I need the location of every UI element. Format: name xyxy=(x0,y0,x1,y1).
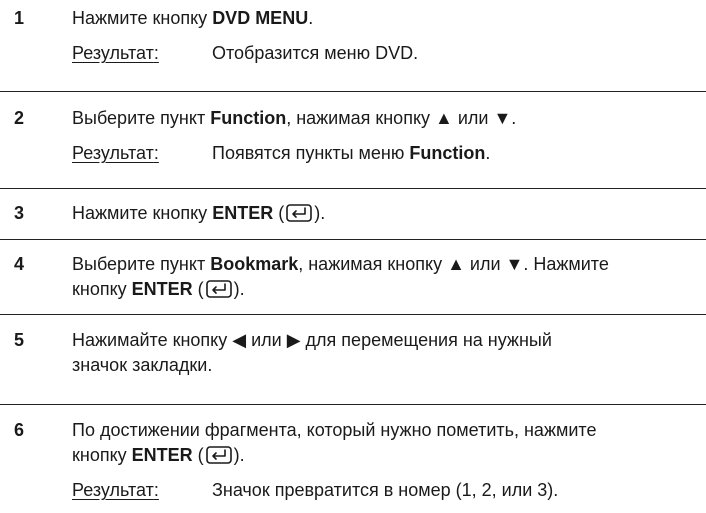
bold-term: ENTER xyxy=(212,203,274,223)
step-body: Нажмите кнопку ENTER (). xyxy=(72,201,692,226)
text-run: ). xyxy=(233,445,245,465)
text-run: Значок превратится в номер (1, 2, или 3)… xyxy=(212,480,559,500)
text-run: . xyxy=(485,143,491,163)
instruction-line: Нажимайте кнопку ◀ или ▶ для перемещения… xyxy=(72,328,692,353)
step-body: Нажимайте кнопку ◀ или ▶ для перемещения… xyxy=(72,328,692,378)
text-run: ). xyxy=(233,279,245,299)
divider xyxy=(0,314,706,315)
instruction-line: Выберите пункт Function, нажимая кнопку … xyxy=(72,106,692,131)
bold-term: ENTER xyxy=(131,445,193,465)
text-run: Появятся пункты меню xyxy=(212,143,410,163)
divider xyxy=(0,188,706,189)
text-run: , нажимая кнопку ▲ или ▼. xyxy=(286,108,517,128)
text-run: кнопку xyxy=(72,445,132,465)
step-number: 6 xyxy=(14,420,25,440)
step-number: 4 xyxy=(14,254,25,274)
instruction-line: Нажмите кнопку DVD MENU. xyxy=(72,6,692,31)
instruction-line: кнопку ENTER (). xyxy=(72,443,692,468)
instruction-line: Нажмите кнопку ENTER (). xyxy=(72,201,692,226)
text-run: Выберите пункт xyxy=(72,108,211,128)
text-run: ( xyxy=(273,203,285,223)
step-body: Выберите пункт Function, нажимая кнопку … xyxy=(72,106,692,166)
result-label: Результат: xyxy=(72,480,159,500)
result-label: Результат: xyxy=(72,43,159,63)
text-run: По достижении фрагмента, который нужно п… xyxy=(72,420,597,440)
bold-term: Function xyxy=(210,108,287,128)
instruction-page: 1 Нажмите кнопку DVD MENU. Результат: Отоб… xyxy=(0,0,706,513)
bold-term: Function xyxy=(409,143,486,163)
result-line: Результат: Появятся пункты меню Function. xyxy=(72,141,692,166)
text-run: значок закладки. xyxy=(72,355,213,375)
text-run: Нажмите кнопку xyxy=(72,8,213,28)
divider xyxy=(0,404,706,405)
enter-key-icon xyxy=(205,446,232,464)
step-body: По достижении фрагмента, который нужно п… xyxy=(72,418,692,503)
bold-term: Bookmark xyxy=(210,254,299,274)
divider xyxy=(0,91,706,92)
enter-key-icon xyxy=(205,280,232,298)
instruction-line: Выберите пункт Bookmark, нажимая кнопку … xyxy=(72,252,692,277)
instruction-line: значок закладки. xyxy=(72,353,692,378)
text-run: кнопку xyxy=(72,279,132,299)
text-run: Нажимайте кнопку ◀ или ▶ для перемещения… xyxy=(72,330,552,350)
divider xyxy=(0,239,706,240)
step-number: 1 xyxy=(14,8,25,28)
text-run: ). xyxy=(314,203,326,223)
step-body: Выберите пункт Bookmark, нажимая кнопку … xyxy=(72,252,692,302)
text-run: ( xyxy=(192,445,204,465)
step-number: 2 xyxy=(14,108,25,128)
text-run: , нажимая кнопку ▲ или ▼. Нажмите xyxy=(298,254,609,274)
bold-term: ENTER xyxy=(131,279,193,299)
text-run: Выберите пункт xyxy=(72,254,211,274)
step-body: Нажмите кнопку DVD MENU. Результат: Отобра… xyxy=(72,6,692,66)
text-run: Нажмите кнопку xyxy=(72,203,213,223)
step-number: 5 xyxy=(14,330,25,350)
result-label: Результат: xyxy=(72,143,159,163)
instruction-line: По достижении фрагмента, который нужно п… xyxy=(72,418,692,443)
result-separator: : xyxy=(153,43,159,63)
text-run: ( xyxy=(192,279,204,299)
bold-term: DVD MENU xyxy=(212,8,309,28)
instruction-line: кнопку ENTER (). xyxy=(72,277,692,302)
step-number: 3 xyxy=(14,203,25,223)
result-separator: : xyxy=(153,143,159,163)
result-separator: : xyxy=(153,480,159,500)
result-line: Результат: Значок превратится в номер (1,… xyxy=(72,478,692,503)
enter-key-icon xyxy=(286,204,313,222)
text-run: Отобразится меню DVD. xyxy=(212,43,419,63)
result-line: Результат: Отобразится меню DVD. xyxy=(72,41,692,66)
text-run: . xyxy=(308,8,314,28)
